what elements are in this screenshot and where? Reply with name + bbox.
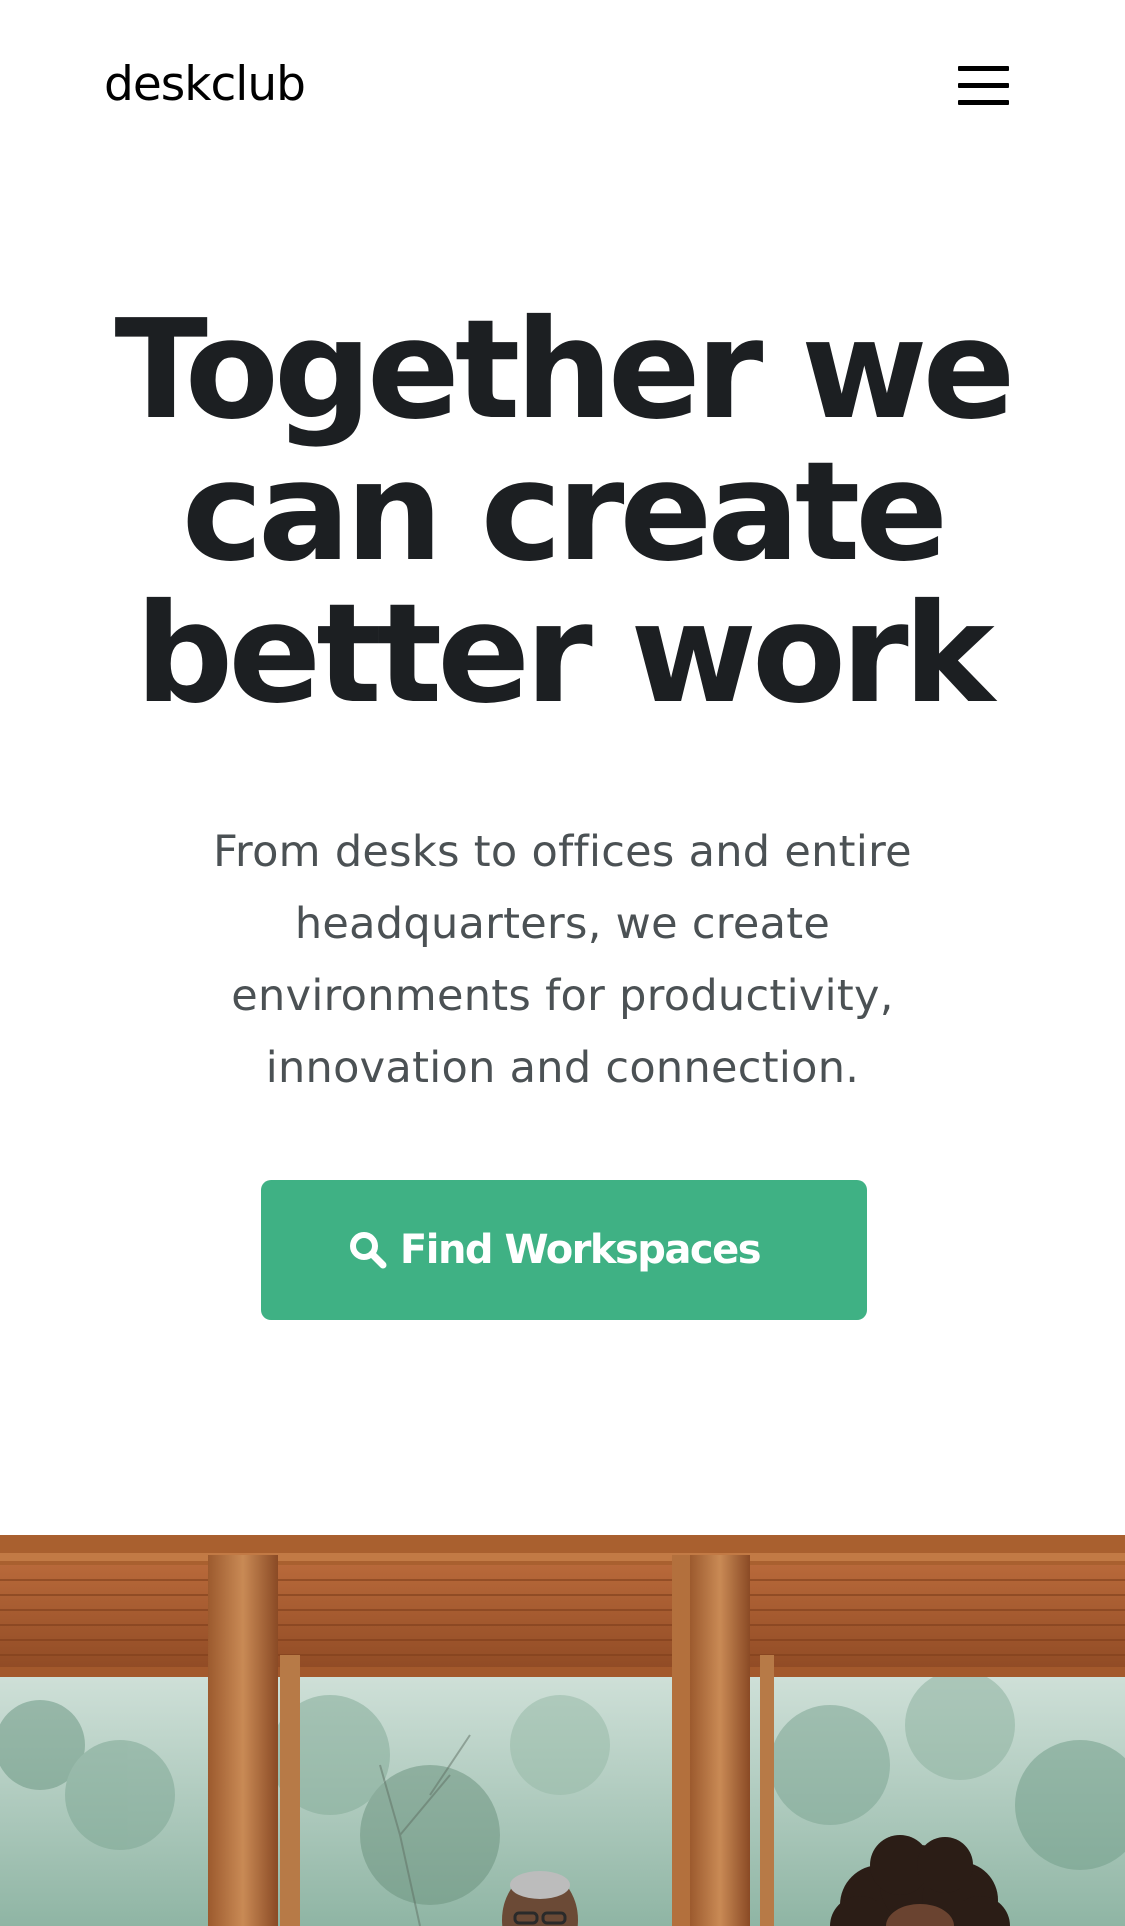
hero-headline: Together we can create better work [114, 291, 1015, 734]
find-workspaces-label: Find Workspaces [399, 1227, 762, 1273]
search-icon [349, 1232, 387, 1269]
navbar: deskclub [0, 0, 1125, 170]
hero-section: Together we can create better work From … [0, 300, 1125, 1104]
workspace-photo [0, 1535, 1125, 1926]
page: deskclub Together we can create better w… [0, 0, 1125, 1926]
menu-button[interactable] [952, 62, 1012, 112]
hero-subtext: From desks to offices and entire headqua… [213, 827, 912, 1093]
find-workspaces-button[interactable]: Find Workspaces [261, 1180, 867, 1320]
logo[interactable]: deskclub [104, 55, 306, 115]
